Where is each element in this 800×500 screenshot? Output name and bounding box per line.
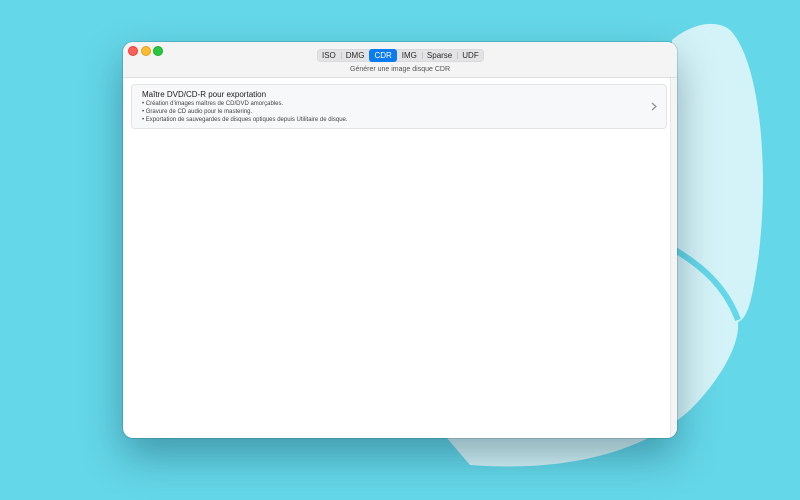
vertical-scrollbar[interactable] xyxy=(670,78,677,438)
tab-dmg[interactable]: DMG xyxy=(340,49,370,62)
zoom-window-button[interactable] xyxy=(153,46,163,56)
format-tab-bar: ISO DMG CDR IMG Sparse UDF xyxy=(317,49,484,62)
tab-cdr[interactable]: CDR xyxy=(369,49,397,62)
titlebar: ISO DMG CDR IMG Sparse UDF Générer une i… xyxy=(123,42,677,78)
tab-img[interactable]: IMG xyxy=(397,49,422,62)
option-bullet: • Création d’images maîtres de CD/DVD am… xyxy=(142,101,284,107)
option-card-dvd-cdr-master[interactable]: Maître DVD/CD-R pour exportation • Créat… xyxy=(131,84,667,129)
option-title: Maître DVD/CD-R pour exportation xyxy=(142,90,267,99)
tab-udf[interactable]: UDF xyxy=(457,49,483,62)
close-window-button[interactable] xyxy=(128,46,138,56)
tab-iso[interactable]: ISO xyxy=(317,49,341,62)
window-subtitle: Générer une image disque CDR xyxy=(350,66,450,73)
option-bullet: • Gravure de CD audio pour le mastering. xyxy=(142,109,253,115)
main-window: ISO DMG CDR IMG Sparse UDF Générer une i… xyxy=(123,42,677,438)
minimize-window-button[interactable] xyxy=(141,46,151,56)
chevron-right-icon[interactable] xyxy=(651,102,657,113)
option-bullet: • Exportation de sauvegardes de disques … xyxy=(142,117,348,123)
tab-sparse[interactable]: Sparse xyxy=(421,49,457,62)
